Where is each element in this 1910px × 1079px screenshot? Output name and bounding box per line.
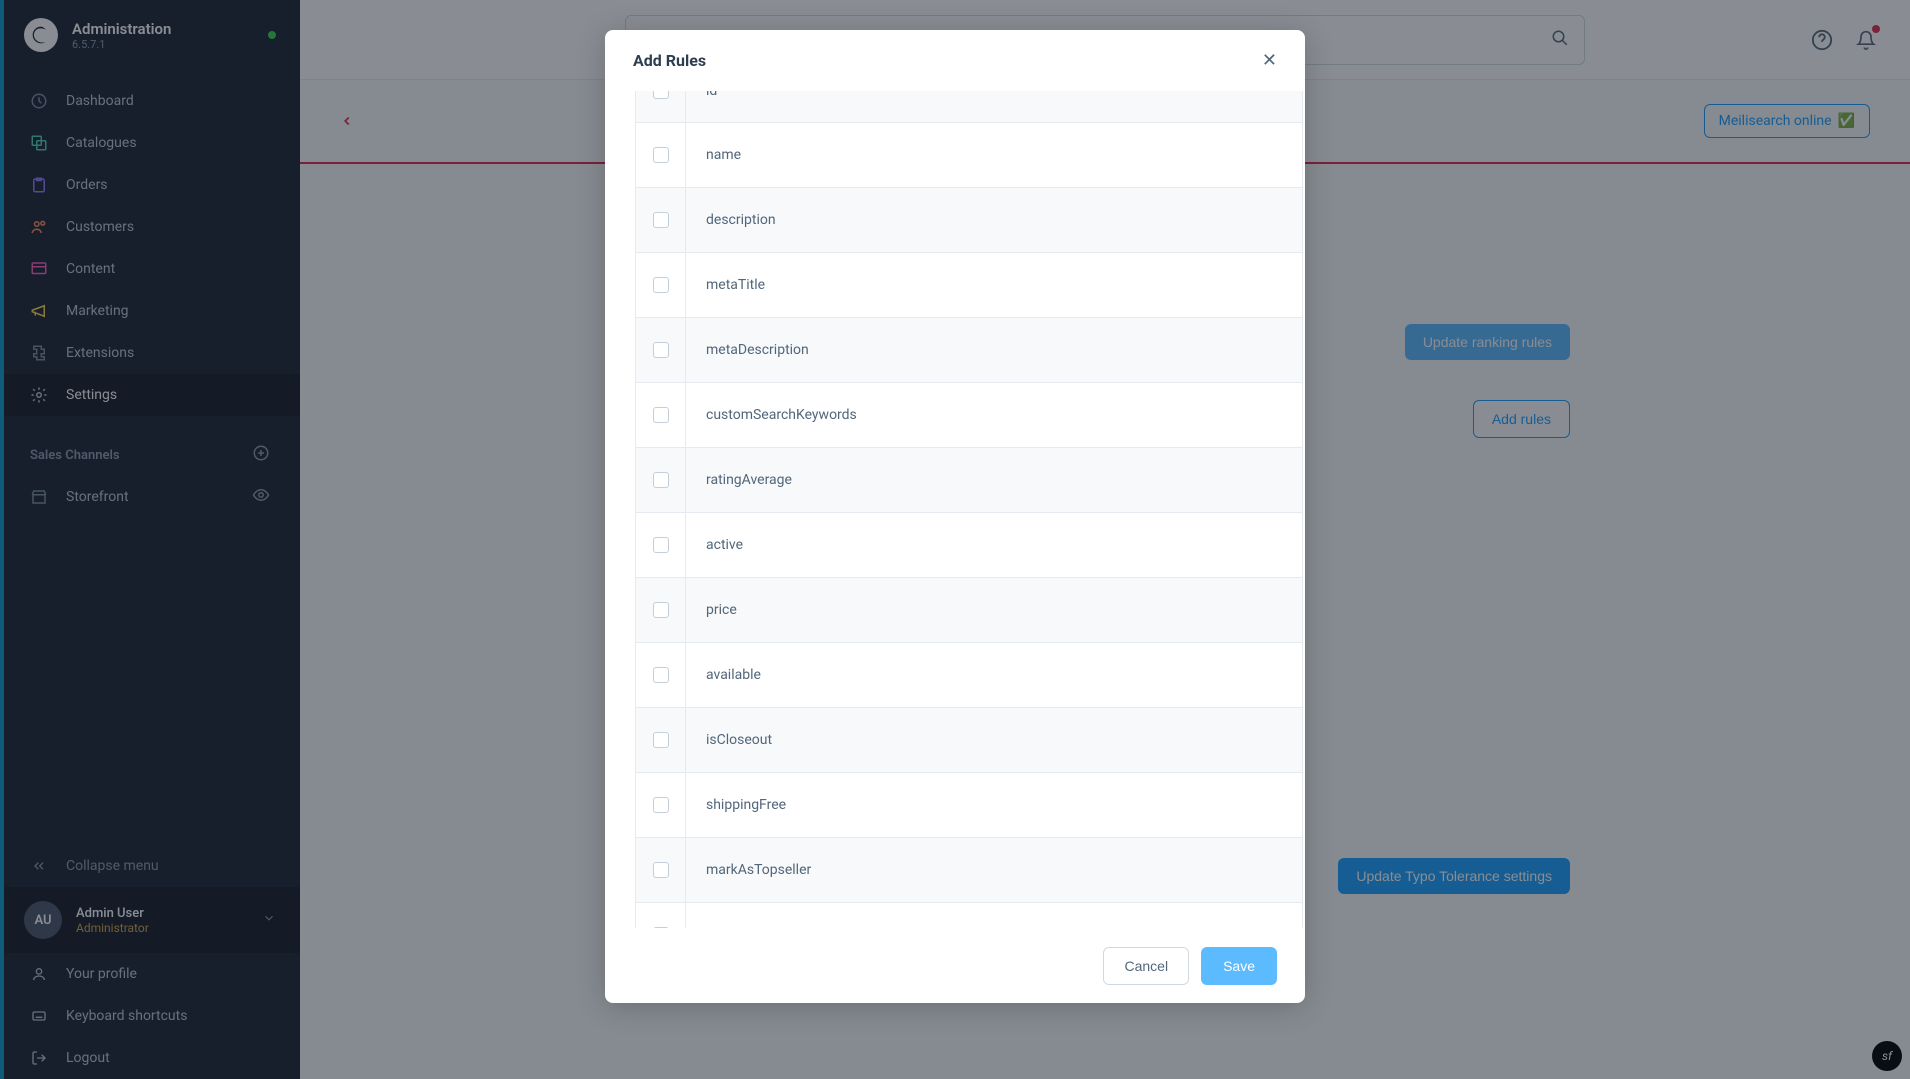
rule-field-label: active bbox=[686, 537, 743, 553]
rule-checkbox-cell bbox=[636, 578, 686, 642]
rule-checkbox[interactable] bbox=[653, 147, 669, 163]
cancel-button[interactable]: Cancel bbox=[1103, 947, 1189, 985]
rule-checkbox-cell bbox=[636, 708, 686, 772]
rule-row[interactable]: metaTitle bbox=[635, 253, 1303, 318]
rule-field-label: isCloseout bbox=[686, 732, 772, 748]
rule-row[interactable]: isCloseout bbox=[635, 708, 1303, 773]
rule-row[interactable]: price bbox=[635, 578, 1303, 643]
close-icon[interactable]: ✕ bbox=[1262, 50, 1277, 71]
rules-list[interactable]: id name description metaTitle metaDescriptio… bbox=[635, 91, 1303, 928]
rule-checkbox-cell bbox=[636, 383, 686, 447]
rule-checkbox-cell bbox=[636, 253, 686, 317]
rule-row[interactable]: available bbox=[635, 643, 1303, 708]
rule-checkbox[interactable] bbox=[653, 212, 669, 228]
rule-field-label: name bbox=[686, 147, 741, 163]
rule-checkbox-cell bbox=[636, 903, 686, 928]
rule-checkbox-cell bbox=[636, 91, 686, 122]
save-button[interactable]: Save bbox=[1201, 947, 1277, 985]
rule-checkbox-cell bbox=[636, 513, 686, 577]
rule-checkbox[interactable] bbox=[653, 537, 669, 553]
rule-checkbox-cell bbox=[636, 188, 686, 252]
rule-checkbox[interactable] bbox=[653, 342, 669, 358]
rule-checkbox-cell bbox=[636, 773, 686, 837]
rule-field-label: metaTitle bbox=[686, 277, 765, 293]
rule-field-label: shippingFree bbox=[686, 797, 786, 813]
rule-checkbox[interactable] bbox=[653, 277, 669, 293]
rule-checkbox[interactable] bbox=[653, 797, 669, 813]
rule-field-label: customFields bbox=[686, 927, 790, 928]
rule-field-label: price bbox=[686, 602, 737, 618]
rule-row[interactable]: metaDescription bbox=[635, 318, 1303, 383]
rule-row[interactable]: name bbox=[635, 123, 1303, 188]
rule-row[interactable]: markAsTopseller bbox=[635, 838, 1303, 903]
rule-checkbox[interactable] bbox=[653, 667, 669, 683]
rule-field-label: available bbox=[686, 667, 761, 683]
rule-checkbox[interactable] bbox=[653, 862, 669, 878]
rule-field-label: ratingAverage bbox=[686, 472, 792, 488]
rule-checkbox[interactable] bbox=[653, 407, 669, 423]
rule-row[interactable]: customFields bbox=[635, 903, 1303, 928]
modal-overlay: Add Rules ✕ id name description metaTitle me… bbox=[0, 0, 1910, 1079]
rule-checkbox-cell bbox=[636, 643, 686, 707]
rule-field-label: metaDescription bbox=[686, 342, 809, 358]
rule-field-label: description bbox=[686, 212, 776, 228]
rule-row[interactable]: customSearchKeywords bbox=[635, 383, 1303, 448]
rule-checkbox-cell bbox=[636, 123, 686, 187]
rule-row[interactable]: active bbox=[635, 513, 1303, 578]
modal-title: Add Rules bbox=[633, 51, 706, 70]
rule-checkbox-cell bbox=[636, 448, 686, 512]
rule-checkbox-cell bbox=[636, 838, 686, 902]
rule-row[interactable]: id bbox=[635, 91, 1303, 123]
rule-row[interactable]: ratingAverage bbox=[635, 448, 1303, 513]
rule-row[interactable]: shippingFree bbox=[635, 773, 1303, 838]
rule-checkbox[interactable] bbox=[653, 927, 669, 928]
rule-checkbox-cell bbox=[636, 318, 686, 382]
rule-row[interactable]: description bbox=[635, 188, 1303, 253]
rule-checkbox[interactable] bbox=[653, 472, 669, 488]
rule-checkbox[interactable] bbox=[653, 732, 669, 748]
rule-field-label: id bbox=[686, 91, 717, 99]
rule-field-label: customSearchKeywords bbox=[686, 407, 857, 423]
rule-field-label: markAsTopseller bbox=[686, 862, 811, 878]
rule-checkbox[interactable] bbox=[653, 602, 669, 618]
add-rules-modal: Add Rules ✕ id name description metaTitle me… bbox=[605, 30, 1305, 1003]
rule-checkbox[interactable] bbox=[653, 91, 669, 99]
